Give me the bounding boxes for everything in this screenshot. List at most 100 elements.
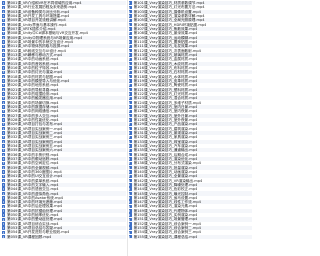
file-name: 第155课_Vray渲染技巧_课程总结.mp4 (133, 234, 198, 239)
video-file-icon (2, 217, 5, 222)
video-file-icon (2, 139, 5, 144)
video-file-icon (2, 152, 5, 157)
video-file-icon (128, 44, 132, 49)
video-file-icon (128, 174, 132, 178)
file-name: 第055课_VR课程回顾.mp4 (7, 234, 52, 239)
video-file-icon (2, 126, 5, 131)
video-file-icon (2, 131, 5, 135)
video-file-icon (2, 70, 5, 75)
video-file-icon (2, 31, 5, 36)
video-file-icon (128, 170, 132, 174)
video-file-icon (128, 204, 132, 209)
video-file-icon (2, 135, 5, 139)
video-file-icon (128, 131, 132, 135)
video-file-icon (128, 161, 132, 165)
video-file-icon (2, 53, 5, 57)
video-file-icon (2, 96, 5, 100)
video-file-icon (2, 61, 5, 66)
video-file-icon (2, 148, 5, 152)
video-file-icon (128, 74, 132, 79)
video-file-icon (2, 109, 5, 113)
video-file-icon (2, 23, 5, 27)
video-file-icon (2, 222, 5, 226)
video-file-icon (128, 87, 132, 92)
video-file-icon (128, 200, 132, 204)
video-file-icon (128, 196, 132, 200)
video-file-icon (2, 87, 5, 92)
video-file-icon (2, 14, 5, 18)
video-file-icon (2, 161, 5, 165)
video-file-icon (128, 187, 132, 191)
video-file-icon (128, 213, 132, 217)
video-file-icon (128, 178, 132, 183)
video-file-icon (2, 226, 5, 230)
video-file-icon (2, 92, 5, 96)
video-file-icon (2, 191, 5, 196)
video-file-icon (2, 74, 5, 79)
video-file-icon (2, 57, 5, 62)
video-file-icon (2, 5, 5, 10)
video-file-icon (128, 109, 132, 113)
video-file-icon (2, 235, 5, 239)
video-file-icon (2, 183, 5, 187)
video-file-icon (128, 18, 132, 23)
video-file-icon (2, 66, 5, 70)
video-file-icon (2, 200, 5, 204)
video-file-icon (128, 27, 132, 31)
video-file-icon (2, 1, 5, 5)
video-file-icon (128, 66, 132, 70)
video-file-icon (128, 92, 132, 96)
video-file-icon (128, 23, 132, 27)
video-file-icon (128, 1, 132, 5)
video-file-icon (2, 178, 5, 183)
video-file-icon (128, 5, 132, 10)
video-file-icon (128, 57, 132, 62)
video-file-icon (2, 79, 5, 83)
video-file-icon (128, 70, 132, 75)
video-file-icon (128, 113, 132, 118)
video-file-icon (2, 105, 5, 109)
video-file-icon (128, 14, 132, 18)
video-file-icon (128, 53, 132, 57)
video-file-icon (2, 170, 5, 174)
video-file-icon (128, 122, 132, 126)
video-file-icon (128, 61, 132, 66)
video-file-icon (128, 235, 132, 239)
file-column-left: 第001课_VR介绍和VR在不同领域的应用.mp4 第002课_VR行业发展历程及… (0, 0, 127, 256)
video-file-icon (2, 213, 5, 217)
video-file-icon (2, 144, 5, 148)
file-item[interactable]: 第055课_VR课程回顾.mp4 (2, 234, 126, 239)
video-file-icon (128, 31, 132, 36)
video-file-icon (128, 191, 132, 196)
video-file-icon (128, 148, 132, 152)
video-file-icon (128, 183, 132, 187)
video-file-icon (128, 36, 132, 40)
video-file-icon (128, 209, 132, 213)
video-file-icon (128, 217, 132, 222)
video-file-icon (2, 196, 5, 200)
video-file-icon (2, 83, 5, 87)
file-column-right: 第101课_Vray渲染技巧_材质参数调节.mp4 第102课_Vray渲染技巧_… (127, 0, 255, 256)
video-file-icon (128, 100, 132, 105)
video-file-icon (2, 122, 5, 126)
video-file-icon (2, 27, 5, 31)
video-file-icon (2, 48, 5, 53)
video-file-icon (128, 222, 132, 226)
file-item[interactable]: 第155课_Vray渲染技巧_课程总结.mp4 (128, 234, 252, 239)
video-file-icon (2, 100, 5, 105)
video-file-icon (2, 10, 5, 14)
video-file-icon (128, 10, 132, 14)
video-file-icon (128, 230, 132, 235)
video-file-icon (2, 187, 5, 191)
video-file-icon (128, 48, 132, 53)
video-file-icon (128, 126, 132, 131)
video-file-icon (128, 165, 132, 170)
video-file-icon (128, 144, 132, 148)
column-divider (127, 0, 128, 256)
video-file-icon (2, 113, 5, 118)
video-file-icon (2, 230, 5, 235)
video-file-icon (128, 157, 132, 161)
video-file-icon (128, 96, 132, 100)
video-file-icon (128, 83, 132, 87)
video-file-icon (2, 204, 5, 209)
